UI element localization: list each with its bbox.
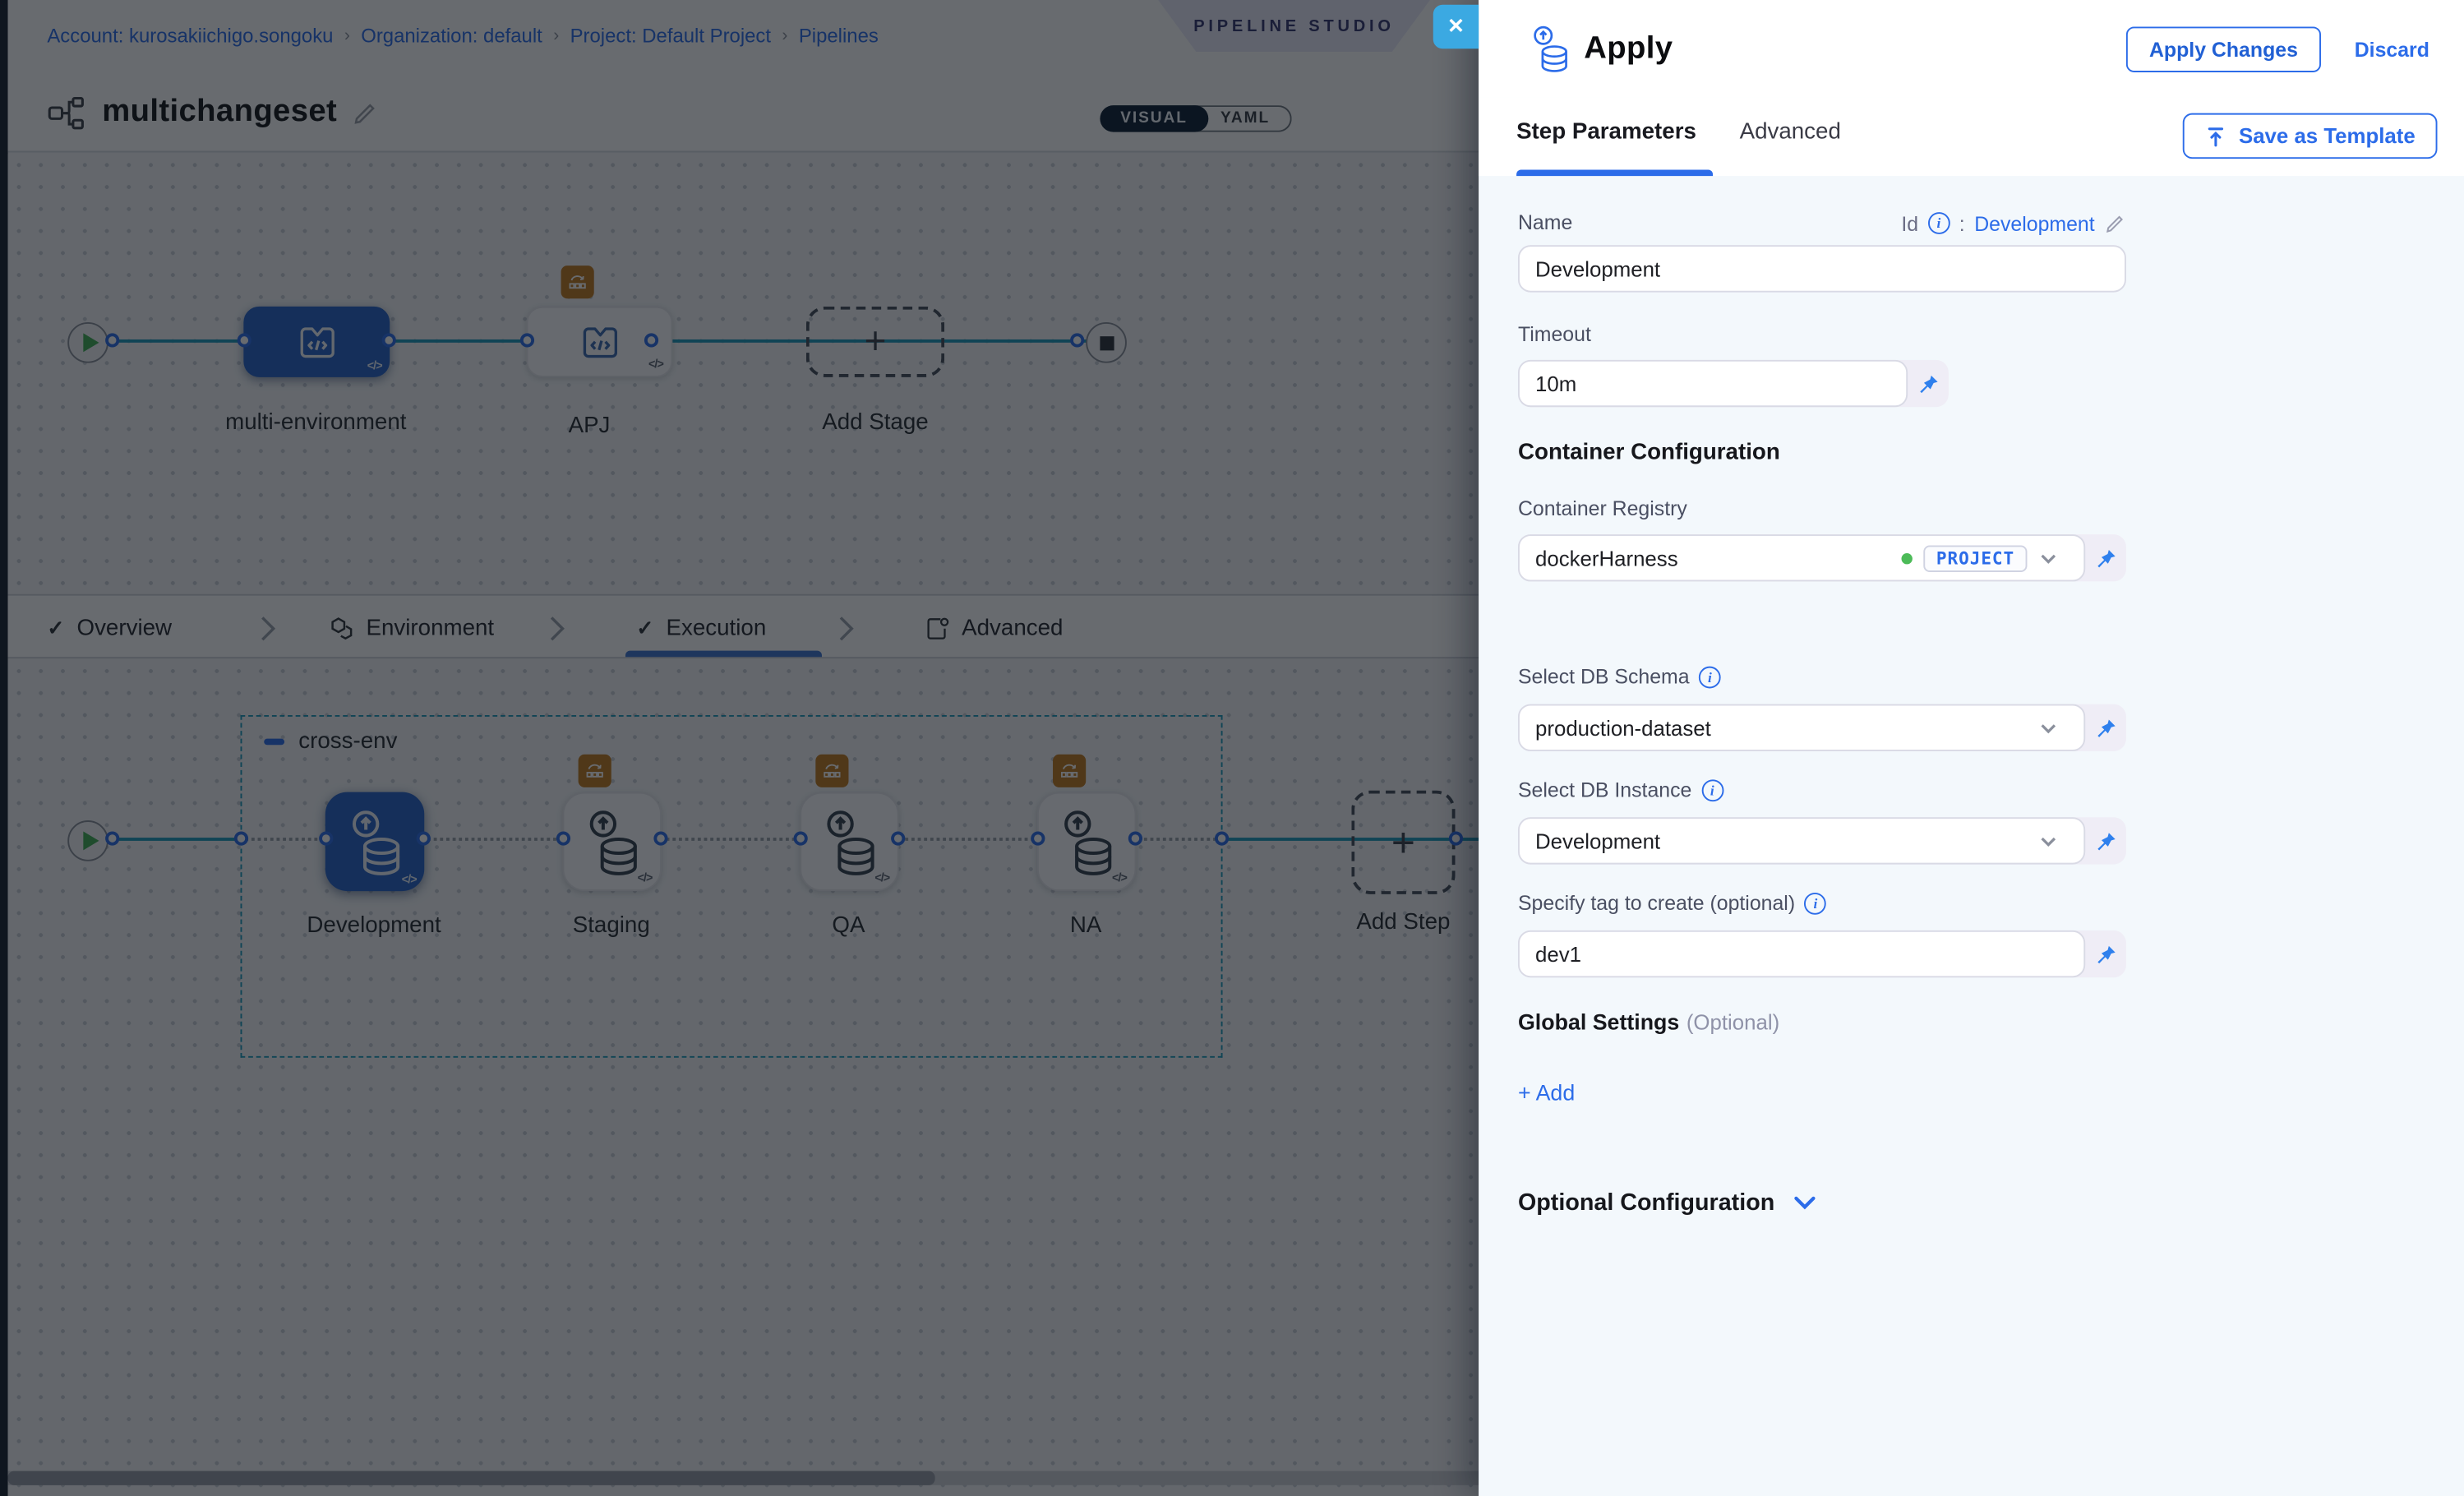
pin-input-type-button[interactable] bbox=[2085, 534, 2126, 581]
pipeline-studio-screen: Account: kurosakiichigo.songoku › Organi… bbox=[0, 0, 2464, 1496]
db-instance-value: Development bbox=[1535, 829, 2027, 853]
upload-icon bbox=[2204, 125, 2226, 147]
active-tab-underline bbox=[1516, 169, 1713, 176]
drawer-title: Apply bbox=[1584, 30, 1673, 67]
container-registry-select[interactable]: dockerHarness PROJECT bbox=[1518, 534, 2085, 581]
global-settings-optional: (Optional) bbox=[1687, 1010, 1779, 1034]
save-as-template-button[interactable]: Save as Template bbox=[2182, 113, 2437, 159]
step-config-drawer: Apply Apply Changes Discard Step Paramet… bbox=[1479, 0, 2464, 1496]
apply-changes-button[interactable]: Apply Changes bbox=[2125, 26, 2321, 72]
save-as-template-label: Save as Template bbox=[2239, 124, 2416, 148]
edit-id-icon[interactable] bbox=[2104, 212, 2126, 234]
pin-input-type-button[interactable] bbox=[2085, 930, 2126, 977]
name-label: Name bbox=[1518, 210, 1572, 236]
db-instance-select[interactable]: Development bbox=[1518, 817, 2085, 864]
tab-step-advanced[interactable]: Advanced bbox=[1740, 119, 1841, 145]
timeout-label: Timeout bbox=[1518, 322, 2126, 348]
id-colon: : bbox=[1959, 211, 1965, 235]
chevron-down-icon[interactable] bbox=[2027, 552, 2068, 563]
tag-label: Specify tag to create (optional) bbox=[1518, 891, 1795, 917]
timeout-input-wrap bbox=[1518, 360, 1908, 407]
name-input-wrap bbox=[1518, 245, 2126, 292]
container-registry-value: dockerHarness bbox=[1535, 546, 1902, 570]
step-id-row: Id i : Development bbox=[1901, 211, 2126, 235]
pin-icon bbox=[2096, 547, 2116, 568]
name-input[interactable] bbox=[1535, 257, 2109, 281]
apply-step-icon bbox=[1530, 25, 1570, 72]
pin-icon bbox=[1918, 373, 1939, 394]
drawer-dim-overlay[interactable] bbox=[0, 0, 1479, 1496]
global-settings-label: Global Settings bbox=[1518, 1009, 1679, 1034]
add-global-setting-button[interactable]: + Add bbox=[1518, 1080, 1575, 1106]
tag-input-wrap bbox=[1518, 930, 2085, 977]
container-registry-label: Container Registry bbox=[1518, 496, 2126, 522]
db-schema-value: production-dataset bbox=[1535, 716, 2027, 740]
db-schema-select[interactable]: production-dataset bbox=[1518, 704, 2085, 751]
info-icon[interactable]: i bbox=[1701, 779, 1723, 801]
drawer-tabbar: Step Parameters Advanced Save as Templat… bbox=[1479, 98, 2464, 177]
chevron-down-icon[interactable] bbox=[2027, 835, 2068, 846]
info-icon[interactable]: i bbox=[1805, 893, 1827, 915]
pin-input-type-button[interactable] bbox=[2085, 704, 2126, 751]
db-instance-label: Select DB Instance bbox=[1518, 778, 1691, 803]
discard-button[interactable]: Discard bbox=[2355, 37, 2429, 61]
pin-icon bbox=[2096, 718, 2116, 738]
info-icon[interactable]: i bbox=[1928, 212, 1950, 234]
info-icon[interactable]: i bbox=[1699, 667, 1721, 689]
scope-badge: PROJECT bbox=[1924, 545, 2028, 572]
step-id-value[interactable]: Development bbox=[1974, 211, 2094, 235]
pin-input-type-button[interactable] bbox=[1908, 360, 1949, 407]
tag-input[interactable] bbox=[1535, 942, 2068, 966]
drawer-close-button[interactable]: ✕ bbox=[1433, 5, 1479, 49]
pin-icon bbox=[2096, 944, 2116, 964]
timeout-input[interactable] bbox=[1535, 372, 1890, 395]
pin-icon bbox=[2096, 830, 2116, 851]
container-configuration-heading: Container Configuration bbox=[1518, 440, 2126, 465]
pin-input-type-button[interactable] bbox=[2085, 817, 2126, 864]
optional-configuration-toggle[interactable]: Optional Configuration bbox=[1518, 1189, 2126, 1217]
chevron-down-icon[interactable] bbox=[2027, 723, 2068, 733]
drawer-form: Name Id i : Development bbox=[1479, 176, 2464, 1496]
pipeline-studio-main: Account: kurosakiichigo.songoku › Organi… bbox=[0, 0, 1479, 1496]
drawer-header: Apply Apply Changes Discard bbox=[1479, 0, 2464, 98]
id-label: Id bbox=[1901, 211, 1918, 235]
tab-step-parameters[interactable]: Step Parameters bbox=[1516, 119, 1696, 145]
chevron-down-icon bbox=[1793, 1196, 1817, 1210]
close-icon: ✕ bbox=[1447, 14, 1465, 39]
optional-configuration-label: Optional Configuration bbox=[1518, 1189, 1774, 1217]
connectivity-status-dot bbox=[1902, 552, 1913, 563]
db-schema-label: Select DB Schema bbox=[1518, 665, 1690, 690]
